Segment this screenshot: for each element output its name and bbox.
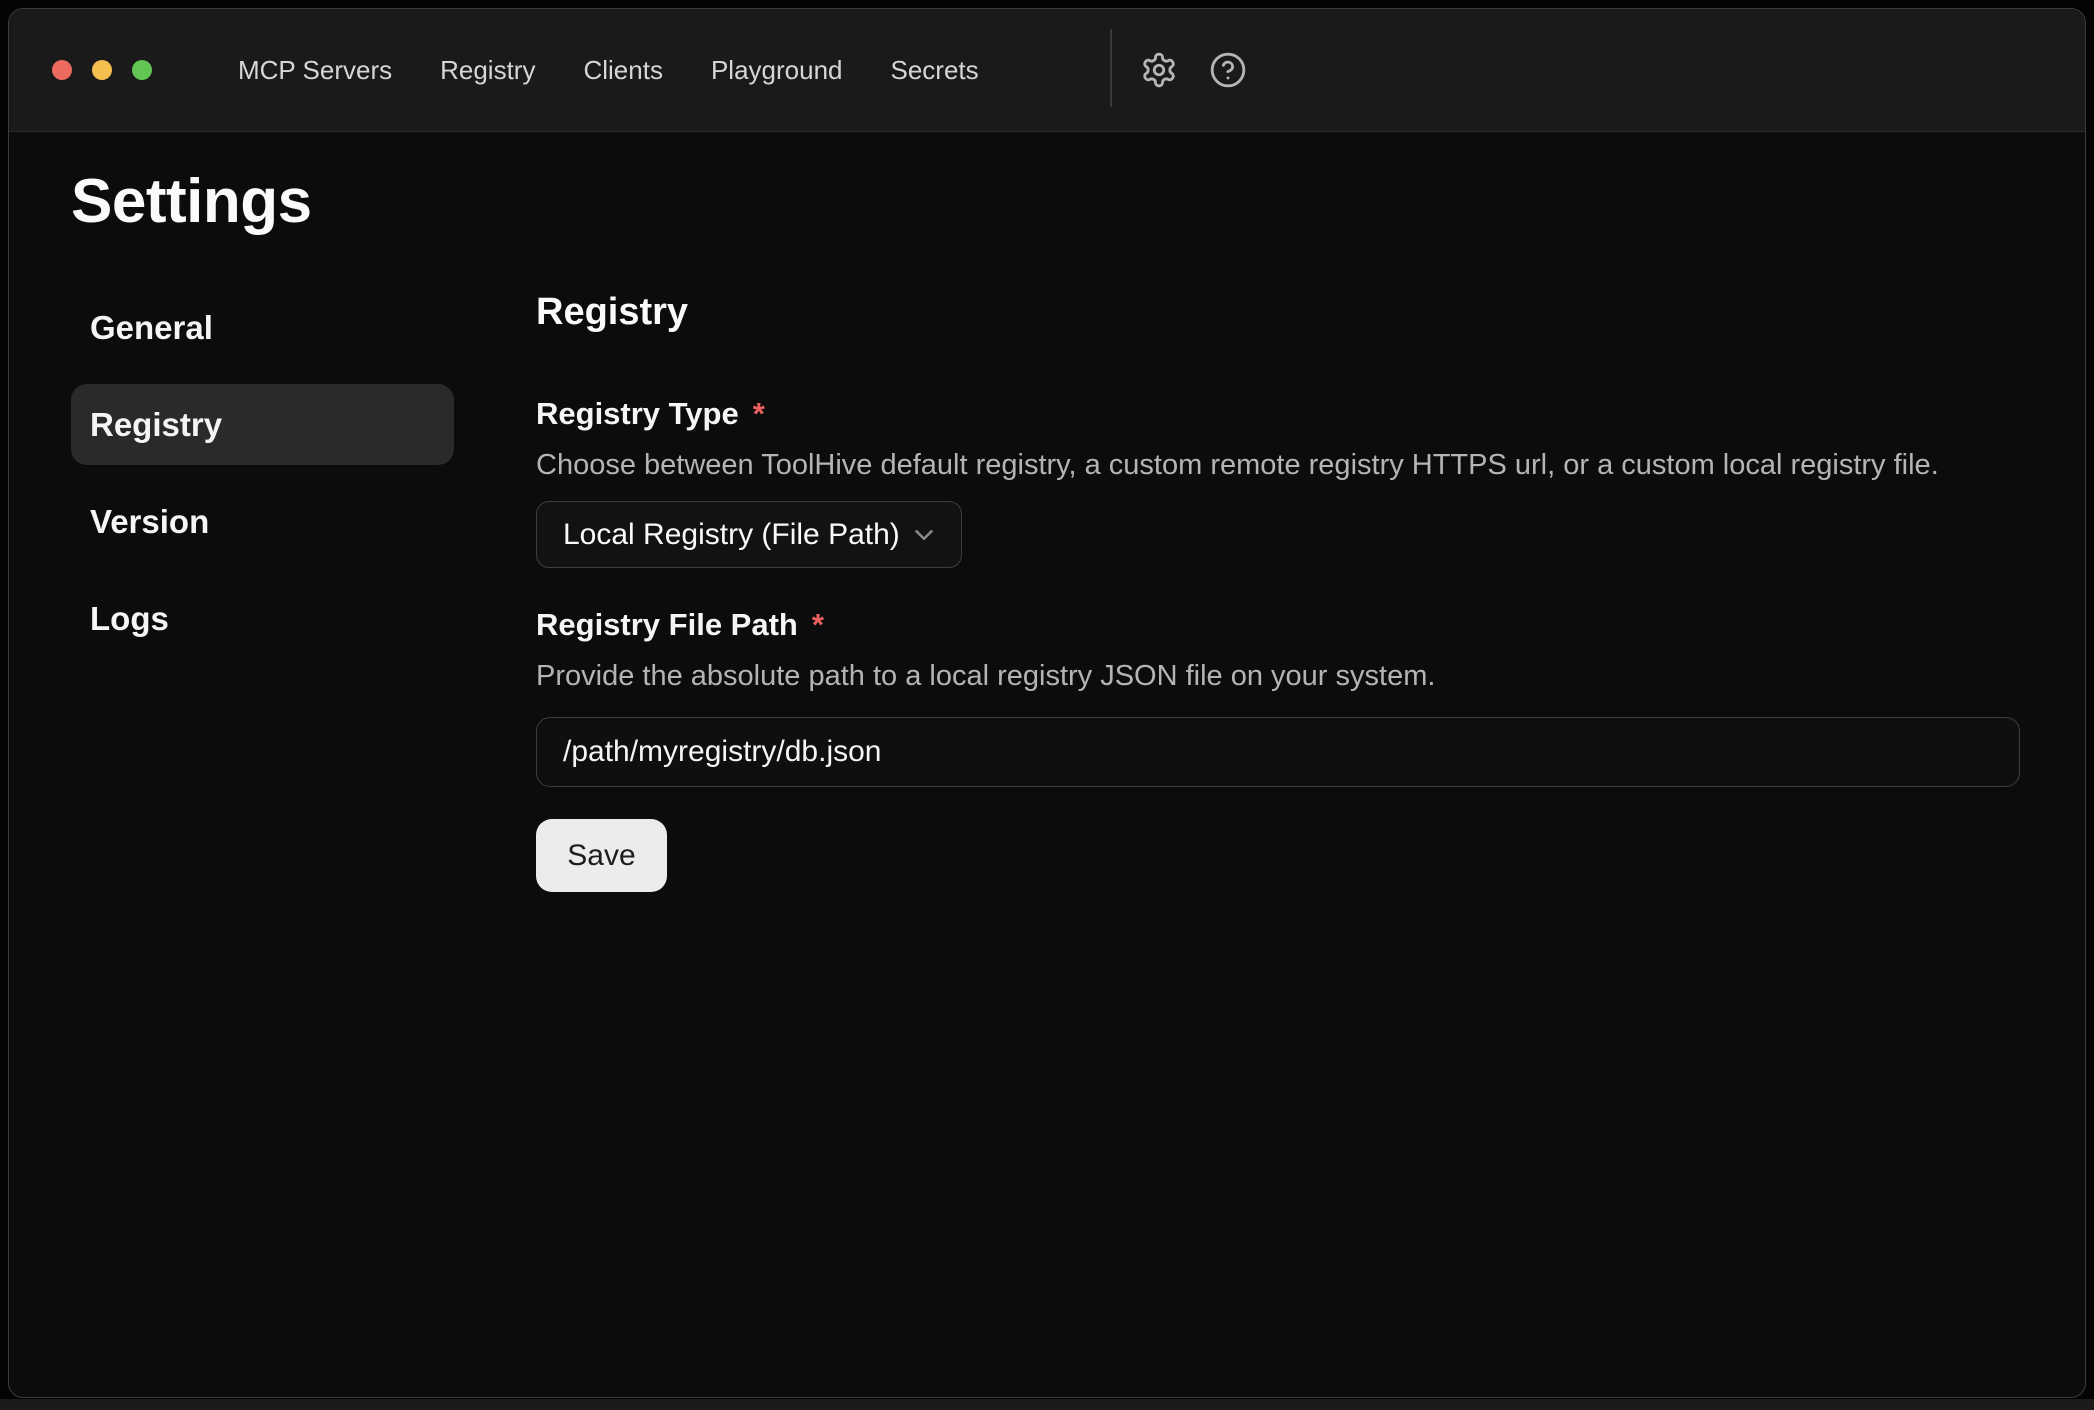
required-asterisk: *: [812, 609, 824, 640]
settings-sidebar: General Registry Version Logs: [71, 287, 454, 675]
traffic-light-close-button[interactable]: [52, 60, 72, 80]
registry-type-select[interactable]: Local Registry (File Path): [536, 501, 962, 568]
sidebar-item-general[interactable]: General: [71, 287, 454, 368]
required-asterisk: *: [753, 398, 765, 429]
chevron-down-icon: [909, 520, 939, 550]
registry-settings-panel: Registry Registry Type * Choose between …: [536, 9, 2021, 1309]
traffic-light-zoom-button[interactable]: [132, 60, 152, 80]
registry-type-description: Choose between ToolHive default registry…: [536, 451, 1939, 480]
registry-file-path-input[interactable]: [536, 717, 2020, 787]
section-heading: Registry: [536, 293, 688, 331]
registry-file-path-description: Provide the absolute path to a local reg…: [536, 662, 1435, 691]
registry-type-label-row: Registry Type *: [536, 398, 765, 429]
desktop-background-strip: [0, 1399, 2094, 1410]
registry-type-select-value: Local Registry (File Path): [563, 518, 900, 552]
traffic-lights: [52, 60, 152, 80]
traffic-light-minimize-button[interactable]: [92, 60, 112, 80]
nav-item-mcp-servers[interactable]: MCP Servers: [238, 55, 392, 86]
app-window: MCP Servers Registry Clients Playground …: [8, 8, 2086, 1398]
page-title: Settings: [71, 171, 312, 233]
sidebar-item-registry[interactable]: Registry: [71, 384, 454, 465]
sidebar-item-logs[interactable]: Logs: [71, 578, 454, 659]
save-button[interactable]: Save: [536, 819, 667, 892]
nav-item-registry[interactable]: Registry: [440, 55, 535, 86]
sidebar-item-version[interactable]: Version: [71, 481, 454, 562]
registry-type-label: Registry Type: [536, 398, 739, 429]
registry-file-path-label: Registry File Path: [536, 609, 798, 640]
registry-file-path-label-row: Registry File Path *: [536, 609, 824, 640]
